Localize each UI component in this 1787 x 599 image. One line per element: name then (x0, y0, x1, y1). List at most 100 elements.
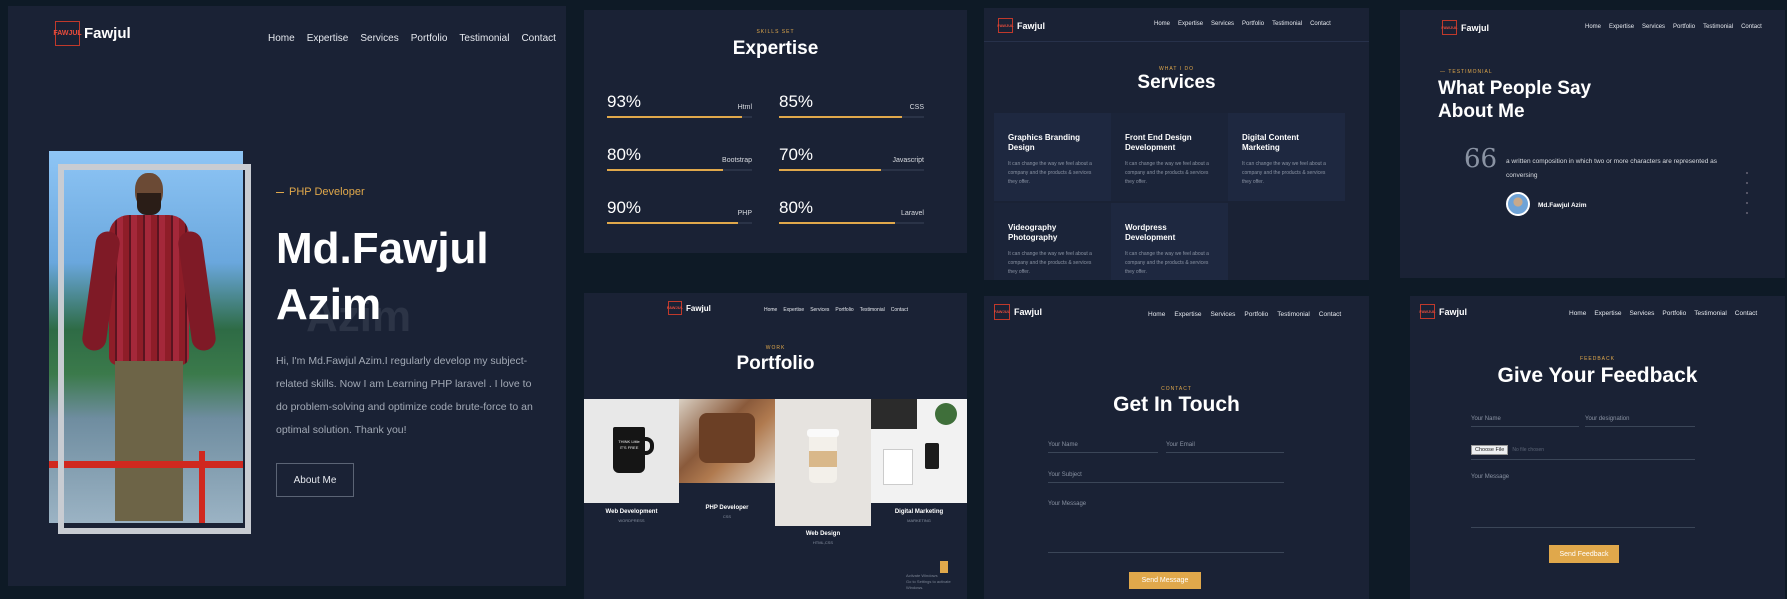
slider-dot[interactable] (1746, 182, 1748, 184)
service-desc-line: It can change the way we feel about a (1125, 251, 1209, 257)
nav-expertise[interactable]: Expertise (1594, 310, 1621, 317)
service-desc-line: they offer. (1125, 179, 1147, 185)
hero-kicker-text: PHP Developer (289, 186, 365, 198)
nav-expertise[interactable]: Expertise (783, 307, 804, 313)
feedback-name-field[interactable]: Your Name (1471, 416, 1579, 427)
slider-dot[interactable] (1746, 192, 1748, 194)
quote-text: a written composition in which two or mo… (1506, 155, 1717, 183)
contact-name-field[interactable]: Your Name (1048, 442, 1158, 453)
nav-portfolio[interactable]: Portfolio (1242, 21, 1264, 27)
nav-services[interactable]: Services (1629, 310, 1654, 317)
skill-name: Bootstrap (722, 157, 752, 164)
nav-contact[interactable]: Contact (1310, 21, 1331, 27)
nav-expertise[interactable]: Expertise (307, 33, 349, 44)
nav-testimonial[interactable]: Testimonial (860, 307, 885, 313)
nav-portfolio[interactable]: Portfolio (411, 33, 448, 44)
service-title-line: Development (1125, 143, 1176, 152)
bio-line: Hi, I'm Md.Fawjul Azim.I regularly devel… (276, 355, 528, 367)
logo-mark: FAWJUL (667, 301, 683, 315)
nav-home[interactable]: Home (1585, 24, 1601, 30)
logo-name: Fawjul (1439, 306, 1468, 317)
nav-expertise[interactable]: Expertise (1609, 24, 1634, 30)
nav-testimonial[interactable]: Testimonial (1703, 24, 1733, 30)
contact-nav: Home Expertise Services Portfolio Testim… (1148, 311, 1341, 318)
nav-contact[interactable]: Contact (1735, 310, 1757, 317)
bio-line: do problem-solving and optimize code bru… (276, 401, 533, 413)
service-card[interactable]: Wordpress Development It can change the wa… (1111, 203, 1228, 280)
testimonial-logo[interactable]: FAWJUL Fawjul (1441, 20, 1489, 35)
slider-dot[interactable] (1746, 202, 1748, 204)
nav-testimonial[interactable]: Testimonial (1277, 311, 1310, 318)
services-nav: Home Expertise Services Portfolio Testim… (1154, 21, 1331, 27)
services-title: Services (1137, 72, 1216, 93)
nav-contact[interactable]: Contact (521, 33, 555, 44)
service-desc-line: company and the products & services (1125, 260, 1209, 266)
services-logo[interactable]: FAWJUL Fawjul (997, 18, 1045, 33)
nav-testimonial[interactable]: Testimonial (1694, 310, 1727, 317)
service-title-line: Marketing (1242, 143, 1280, 152)
nav-testimonial[interactable]: Testimonial (459, 33, 509, 44)
nav-portfolio[interactable]: Portfolio (1662, 310, 1686, 317)
send-feedback-button[interactable]: Send Feedback (1549, 545, 1619, 563)
skill-bar-fill (607, 116, 742, 118)
nav-services[interactable]: Services (1642, 24, 1665, 30)
contact-email-field[interactable]: Your Email (1166, 442, 1284, 453)
contact-message-field[interactable]: Your Message (1048, 501, 1284, 553)
nav-expertise[interactable]: Expertise (1174, 311, 1201, 318)
nav-services[interactable]: Services (1210, 311, 1235, 318)
nav-home[interactable]: Home (764, 307, 777, 313)
nav-portfolio[interactable]: Portfolio (835, 307, 853, 313)
service-card[interactable]: Videography Photography It can change the … (994, 203, 1111, 280)
nav-portfolio[interactable]: Portfolio (1673, 24, 1695, 30)
nav-portfolio[interactable]: Portfolio (1244, 311, 1268, 318)
service-card[interactable]: Front End Design Development It can change… (1111, 113, 1228, 201)
nav-services[interactable]: Services (1211, 21, 1234, 27)
nav-contact[interactable]: Contact (1741, 24, 1762, 30)
nav-expertise[interactable]: Expertise (1178, 21, 1203, 27)
send-message-button[interactable]: Send Message (1129, 572, 1201, 589)
quote-mark-icon: 66 (1464, 144, 1498, 174)
logo-name: Fawjul (1014, 307, 1043, 317)
nav-services[interactable]: Services (810, 307, 829, 313)
portfolio-logo[interactable]: FAWJUL Fawjul (667, 301, 711, 315)
slider-dot[interactable] (1746, 172, 1748, 174)
feedback-title: Give Your Feedback (1497, 364, 1698, 387)
feedback-message-field[interactable]: Your Message (1471, 474, 1695, 528)
hero-logo[interactable]: FAWJUL Fawjul (53, 21, 131, 46)
testimonial-title-l2: About Me (1438, 101, 1525, 122)
nav-home[interactable]: Home (1569, 310, 1586, 317)
nav-contact[interactable]: Contact (1319, 311, 1341, 318)
portfolio-item-4[interactable] (871, 399, 967, 503)
service-desc-line: company and the products & services (1008, 260, 1092, 266)
slider-dot[interactable] (1746, 212, 1748, 214)
portfolio-item-2[interactable] (679, 399, 775, 483)
nav-home[interactable]: Home (1148, 311, 1165, 318)
scroll-top-button[interactable] (940, 561, 948, 573)
portfolio-kicker: WORK (765, 345, 786, 351)
contact-logo[interactable]: FAWJUL Fawjul (994, 304, 1042, 320)
contact-subject-field[interactable]: Your Subject (1048, 472, 1284, 483)
service-title-line: Front End Design (1125, 133, 1192, 142)
about-me-button[interactable]: About Me (276, 463, 354, 497)
testimonial-kicker-text: TESTIMONIAL (1448, 69, 1493, 75)
choose-file-button[interactable]: Choose File (1471, 445, 1509, 455)
phone-shape (925, 443, 939, 469)
nav-contact[interactable]: Contact (891, 307, 908, 313)
portfolio-item-3[interactable] (775, 399, 871, 526)
feedback-designation-field[interactable]: Your designation (1585, 416, 1695, 427)
hero-panel: FAWJUL Fawjul Home Expertise Services Po… (8, 6, 566, 586)
portfolio-item-1[interactable]: THINK Little IT'S FREE (584, 399, 679, 503)
service-title-line: Wordpress (1125, 223, 1167, 232)
service-card[interactable]: Graphics Branding Design It can change the… (994, 113, 1111, 201)
skill-name: Laravel (901, 210, 924, 217)
nav-testimonial[interactable]: Testimonial (1272, 21, 1302, 27)
nav-services[interactable]: Services (360, 33, 398, 44)
service-card[interactable]: Digital Content Marketing It can change th… (1228, 113, 1345, 201)
nav-home[interactable]: Home (268, 33, 295, 44)
feedback-logo[interactable]: FAWJUL Fawjul (1419, 304, 1468, 319)
logo-name: Fawjul (686, 303, 711, 313)
portfolio-caption-3: Web Design HTML,CSS (775, 531, 871, 545)
nav-home[interactable]: Home (1154, 21, 1170, 27)
hero-name-line1: Md.Fawjul (276, 224, 489, 273)
service-desc-line: It can change the way we feel about a (1125, 161, 1209, 167)
